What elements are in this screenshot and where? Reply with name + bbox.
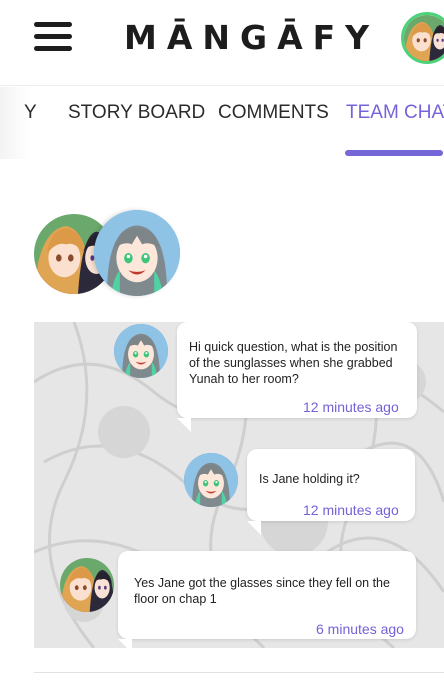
tab-partial[interactable]: Y <box>24 102 37 124</box>
chat-panel: Hi quick question, what is the position … <box>34 322 444 648</box>
message-timestamp: 12 minutes ago <box>303 502 399 518</box>
message-bubble: Hi quick question, what is the position … <box>177 322 417 418</box>
app-logo[interactable]: MĀNGĀFY <box>124 18 379 57</box>
participant-avatar-green[interactable] <box>94 210 180 296</box>
message-avatar[interactable] <box>184 453 238 507</box>
divider <box>34 672 444 673</box>
message-text: Is Jane holding it? <box>259 472 360 486</box>
user-avatar[interactable] <box>401 12 444 64</box>
bubble-tail <box>247 521 261 535</box>
tab-story-board[interactable]: STORY BOARD <box>68 102 205 124</box>
message-timestamp: 6 minutes ago <box>316 621 404 637</box>
message-avatar[interactable] <box>114 324 168 378</box>
chat-participants <box>34 210 184 300</box>
message-bubble: Yes Jane got the glasses since they fell… <box>118 551 416 639</box>
app-header: MĀNGĀFY <box>0 0 444 86</box>
bubble-tail <box>118 639 132 648</box>
message-text: Hi quick question, what is the position … <box>189 340 398 386</box>
tab-bar: Y STORY BOARD COMMENTS TEAM CHAT <box>0 87 444 159</box>
active-tab-indicator <box>345 150 443 156</box>
tab-team-chat[interactable]: TEAM CHAT <box>346 102 444 124</box>
menu-icon[interactable] <box>34 22 72 52</box>
message-avatar[interactable] <box>60 558 114 612</box>
tab-comments[interactable]: COMMENTS <box>218 102 329 124</box>
bubble-tail <box>177 418 191 432</box>
message-timestamp: 12 minutes ago <box>303 399 399 415</box>
message-bubble: Is Jane holding it? 12 minutes ago <box>247 449 415 521</box>
message-text: Yes Jane got the glasses since they fell… <box>134 576 390 606</box>
